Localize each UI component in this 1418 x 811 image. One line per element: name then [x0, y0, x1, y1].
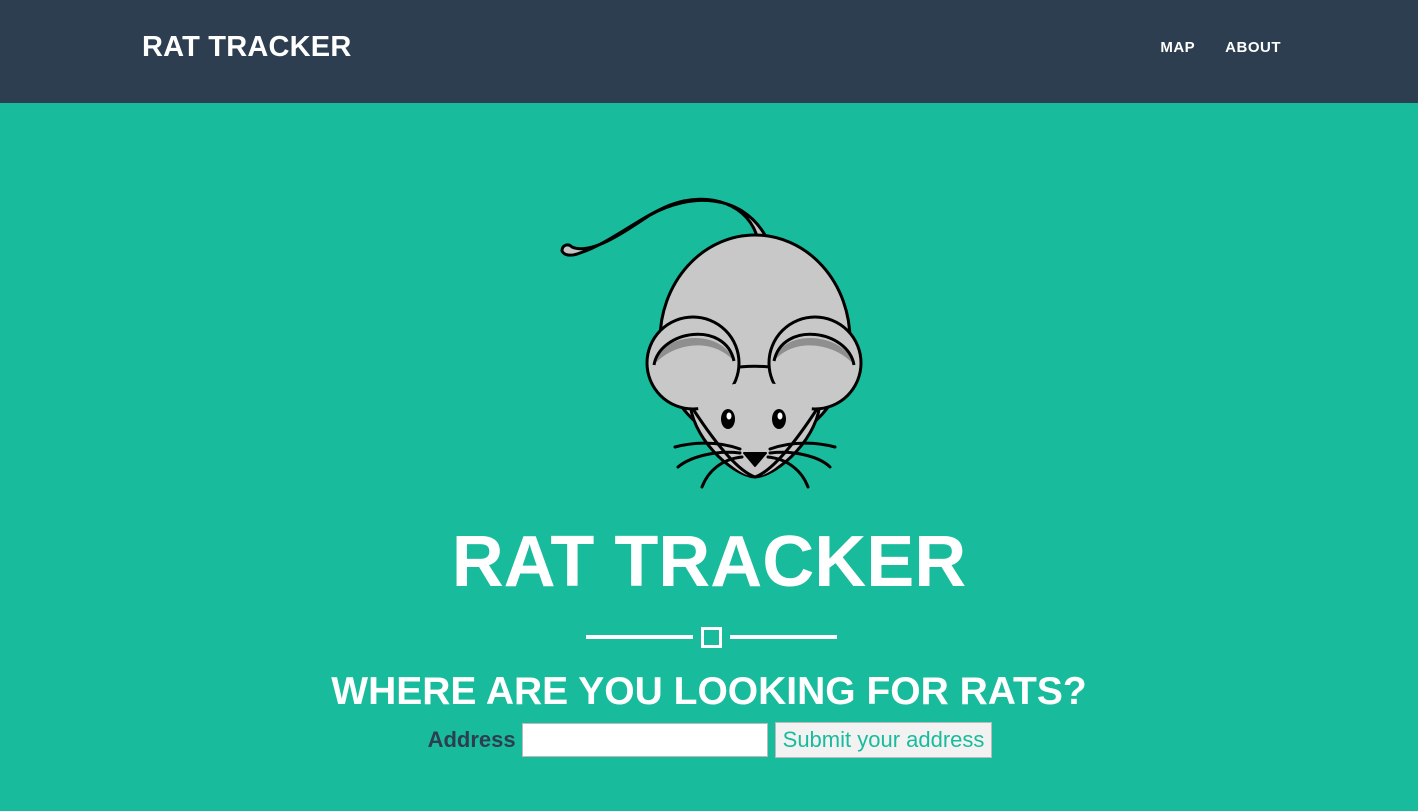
address-label: Address	[427, 727, 516, 752]
nav-link-map[interactable]: MAP	[1160, 39, 1195, 57]
nav-link-about[interactable]: ABOUT	[1225, 39, 1281, 57]
nav-links: MAP ABOUT	[1160, 39, 1281, 57]
submit-address-button[interactable]: Submit your address	[774, 722, 993, 758]
top-navbar: RAT TRACKER MAP ABOUT	[0, 0, 1418, 103]
divider-line-right	[730, 635, 837, 639]
hero-title: RAT TRACKER	[451, 522, 967, 602]
hero-subheading: WHERE ARE YOU LOOKING FOR RATS?	[331, 670, 1087, 713]
brand-link[interactable]: RAT TRACKER	[142, 30, 351, 64]
address-input[interactable]	[521, 723, 768, 757]
title-divider	[585, 626, 837, 648]
divider-square-icon	[701, 627, 722, 648]
divider-line-left	[586, 635, 693, 639]
rat-icon	[560, 197, 863, 489]
address-form: Address Submit your address	[0, 722, 1418, 758]
